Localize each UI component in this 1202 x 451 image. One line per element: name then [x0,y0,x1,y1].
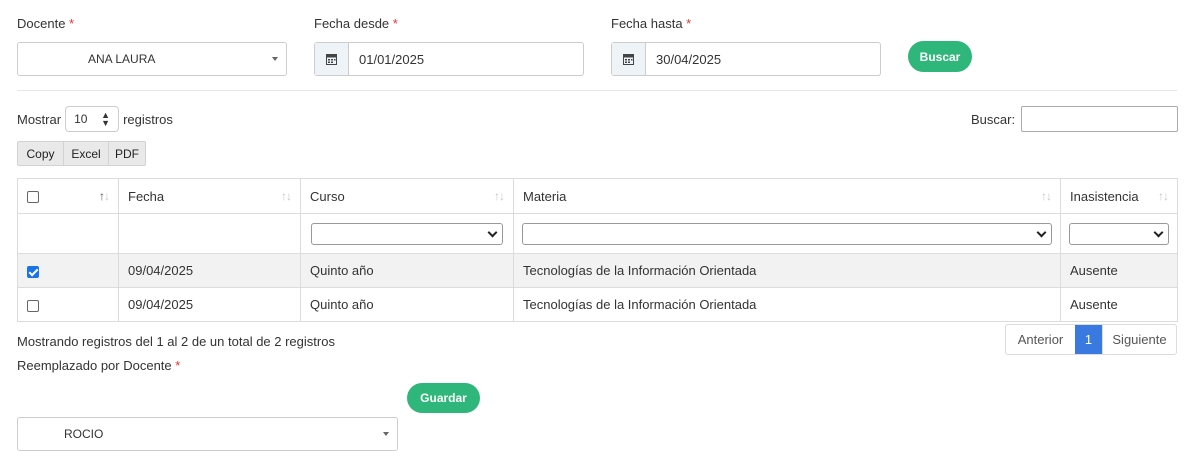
fecha-hasta-field[interactable]: 30/04/2025 [611,42,881,76]
header-fecha[interactable]: Fecha ↑↓ [118,178,301,214]
sort-icon[interactable]: ↑↓ [99,189,110,203]
caret-down-icon [383,432,389,436]
cell-curso: Quinto año [300,287,514,322]
chevron-down-icon [1036,227,1047,237]
header-select[interactable]: ↑↓ [17,178,119,214]
length-control: Mostrar 10 ▲ ▼ registros [17,106,173,132]
excel-button[interactable]: Excel [64,141,109,166]
required-mark: * [69,16,75,31]
header-inasistencia[interactable]: Inasistencia ↑↓ [1060,178,1178,214]
cell-inasistencia: Ausente [1060,253,1178,288]
fecha-desde-input[interactable]: 01/01/2025 [349,43,583,75]
table-row[interactable]: 09/04/2025 Quinto año Tecnologías de la … [17,287,1178,322]
row-checkbox[interactable] [27,265,39,278]
buscar-button[interactable]: Buscar [908,41,972,72]
caret-down-icon [272,57,278,61]
sort-icon[interactable]: ↑↓ [1041,189,1052,203]
fecha-desde-field[interactable]: 01/01/2025 [314,42,584,76]
guardar-button[interactable]: Guardar [407,383,480,413]
sort-icon[interactable]: ↑↓ [1158,189,1169,203]
pdf-button[interactable]: PDF [109,141,146,166]
docente-select[interactable]: ANA LAURA [17,42,287,76]
asistencias-table: ↑↓ Fecha ↑↓ Curso ↑↓ Materia ↑↓ Inasistenci… [17,178,1178,322]
export-buttons: Copy Excel PDF [17,141,146,166]
reemplazo-select[interactable]: ROCIO [17,417,398,451]
table-search-input[interactable] [1021,106,1178,132]
reemplazo-label: Reemplazado por Docente * [17,358,181,373]
curso-filter-select[interactable] [311,222,503,245]
fecha-hasta-label: Fecha hasta * [611,16,692,31]
required-mark: * [392,16,398,31]
length-prefix: Mostrar [17,111,62,127]
inasistencia-filter-select[interactable] [1069,222,1169,245]
cell-inasistencia: Ausente [1060,287,1178,322]
pagination: Anterior 1 Siguiente [1005,324,1177,355]
cell-materia: Tecnologías de la Información Orientada [513,253,1061,288]
pagination-page[interactable]: 1 [1075,325,1102,354]
cell-curso: Quinto año [300,253,514,288]
sort-icon[interactable]: ↑↓ [494,189,505,203]
table-header-row: ↑↓ Fecha ↑↓ Curso ↑↓ Materia ↑↓ Inasistenci… [17,178,1178,214]
cell-fecha: 09/04/2025 [118,287,301,322]
table-info: Mostrando registros del 1 al 2 de un tot… [17,334,335,349]
row-checkbox[interactable] [27,299,39,312]
search-label: Buscar: [971,112,1016,127]
cell-fecha: 09/04/2025 [118,253,301,288]
sort-icon[interactable]: ↑↓ [281,189,292,203]
length-suffix: registros [123,111,173,127]
docente-select-value: ANA LAURA [88,52,156,66]
reemplazo-select-value: ROCIO [64,427,104,441]
docente-label: Docente * [17,16,75,31]
fecha-hasta-input[interactable]: 30/04/2025 [646,43,880,75]
cell-materia: Tecnologías de la Información Orientada [513,287,1061,322]
select-all-checkbox[interactable] [27,191,39,204]
calendar-icon[interactable] [315,43,349,75]
pagination-next[interactable]: Siguiente [1102,325,1176,354]
required-mark: * [175,358,181,373]
divider [17,90,1177,91]
header-curso[interactable]: Curso ↑↓ [300,178,514,214]
copy-button[interactable]: Copy [17,141,64,166]
updown-icon: ▲ ▼ [101,110,111,128]
materia-filter-select[interactable] [522,222,1052,245]
chevron-down-icon [487,227,498,237]
required-mark: * [686,16,692,31]
length-select[interactable]: 10 ▲ ▼ [65,106,120,132]
pagination-prev[interactable]: Anterior [1006,325,1075,354]
header-materia[interactable]: Materia ↑↓ [513,178,1061,214]
fecha-desde-label: Fecha desde * [314,16,398,31]
table-row[interactable]: 09/04/2025 Quinto año Tecnologías de la … [17,253,1178,288]
filter-row [17,213,1178,254]
calendar-icon[interactable] [612,43,646,75]
length-value: 10 [74,112,88,126]
chevron-down-icon [1153,227,1164,237]
